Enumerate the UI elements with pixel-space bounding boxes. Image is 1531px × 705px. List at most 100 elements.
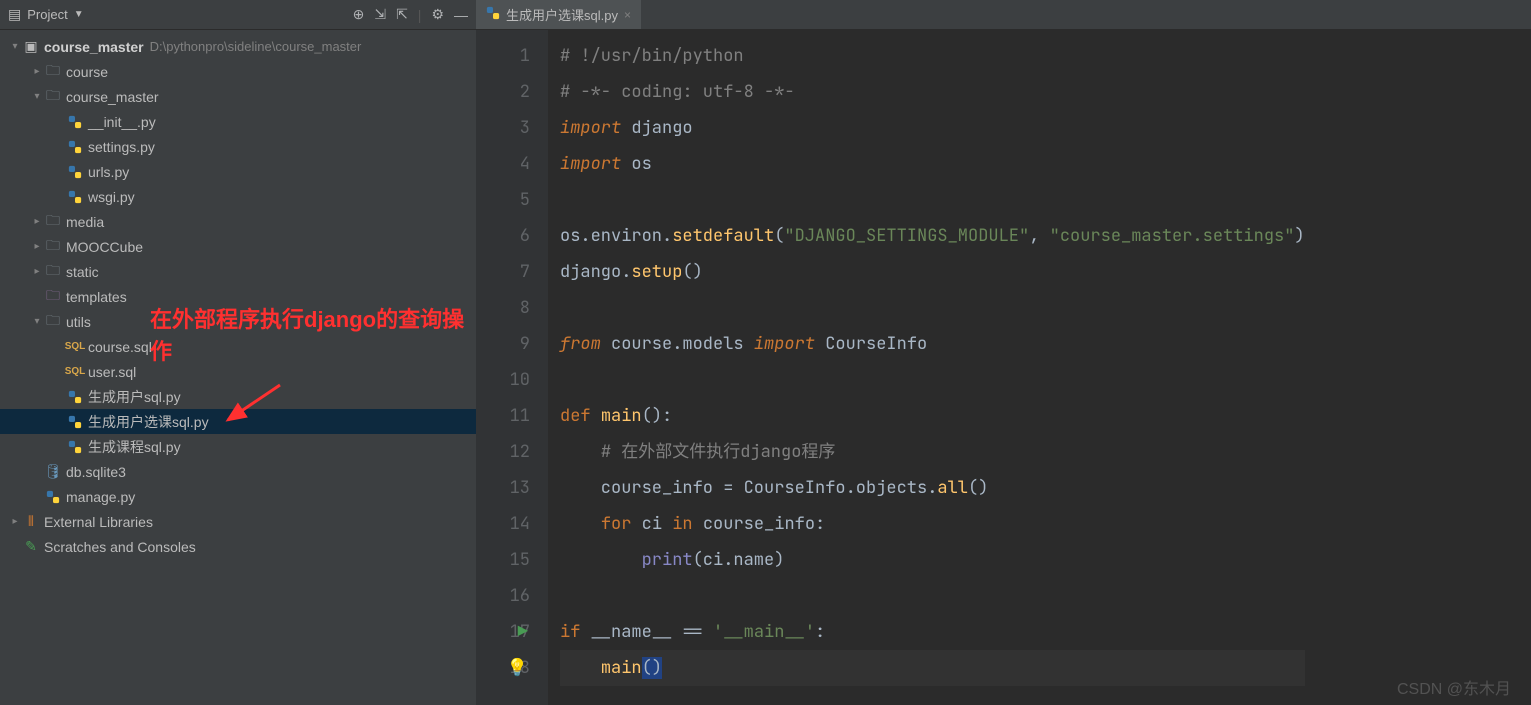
tree-label: db.sqlite3 (66, 464, 126, 480)
chevron-down-icon[interactable]: ▾ (30, 316, 44, 327)
tree-row[interactable]: 🛢db.sqlite3 (0, 459, 476, 484)
chevron-right-icon[interactable]: ▸ (30, 266, 44, 277)
module-icon: ▣ (22, 38, 40, 55)
chevron-down-icon[interactable]: ▾ (8, 41, 22, 52)
line-number[interactable]: 7 (488, 254, 530, 290)
chevron-right-icon[interactable]: ▸ (30, 216, 44, 227)
code-line[interactable]: # !/usr/bin/python (560, 38, 1305, 74)
tree-row[interactable]: ▾🗀utils (0, 309, 476, 334)
chevron-right-icon[interactable]: ▸ (30, 241, 44, 252)
tree-row[interactable]: ▸🗀course (0, 59, 476, 84)
line-number[interactable]: 2 (488, 74, 530, 110)
code-editor[interactable]: 1234567891011121314151617▶18💡 # !/usr/bi… (476, 30, 1531, 705)
tree-row[interactable]: SQLuser.sql (0, 359, 476, 384)
code-line[interactable] (560, 362, 1305, 398)
line-number[interactable]: 15 (488, 542, 530, 578)
code-line[interactable]: import os (560, 146, 1305, 182)
code-line[interactable]: for ci in course_info: (560, 506, 1305, 542)
chevron-down-icon[interactable]: ▾ (30, 91, 44, 102)
code-line[interactable] (560, 578, 1305, 614)
line-number[interactable]: 1 (488, 38, 530, 74)
line-number[interactable]: 6 (488, 218, 530, 254)
tree-row[interactable]: ▾🗀course_master (0, 84, 476, 109)
tree-label: media (66, 214, 104, 230)
file-icon (44, 490, 62, 504)
code-line[interactable] (560, 182, 1305, 218)
bulb-icon[interactable]: 💡 (507, 650, 528, 686)
tree-label: manage.py (66, 489, 135, 505)
scratches[interactable]: ✎ Scratches and Consoles (0, 534, 476, 559)
tree-row[interactable]: 生成用户sql.py (0, 384, 476, 409)
line-number[interactable]: 17▶ (488, 614, 530, 650)
project-sidebar: ▤ Project ▼ ⊕ ⇲ ⇱ | ⚙ — ▾ ▣ course_maste… (0, 0, 476, 705)
code-line[interactable]: def main(): (560, 398, 1305, 434)
file-icon: 🗀 (44, 285, 62, 309)
line-number[interactable]: 12 (488, 434, 530, 470)
target-icon[interactable]: ⊕ (353, 6, 365, 23)
tree-label: urls.py (88, 164, 129, 180)
line-number[interactable]: 18💡 (488, 650, 530, 686)
close-icon[interactable]: × (624, 8, 631, 22)
file-icon (66, 165, 84, 179)
tree-row[interactable]: __init__.py (0, 109, 476, 134)
line-number[interactable]: 3 (488, 110, 530, 146)
tree-row[interactable]: ▸🗀MOOCCube (0, 234, 476, 259)
file-icon (66, 390, 84, 404)
chevron-right-icon[interactable]: ▸ (8, 516, 22, 527)
tree-row[interactable]: 🗀templates (0, 284, 476, 309)
external-libraries[interactable]: ▸ ⫴ External Libraries (0, 509, 476, 534)
project-tree[interactable]: ▾ ▣ course_master D:\pythonpro\sideline\… (0, 30, 476, 705)
line-number[interactable]: 10 (488, 362, 530, 398)
line-number[interactable]: 14 (488, 506, 530, 542)
code-line[interactable]: os.environ.setdefault("DJANGO_SETTINGS_M… (560, 218, 1305, 254)
sidebar-header: ▤ Project ▼ ⊕ ⇲ ⇱ | ⚙ — (0, 0, 476, 30)
tree-row[interactable]: SQLcourse.sql (0, 334, 476, 359)
python-file-icon (486, 6, 500, 23)
line-number[interactable]: 16 (488, 578, 530, 614)
file-icon: 🗀 (44, 235, 62, 259)
code-line[interactable]: # -*- coding: utf-8 -*- (560, 74, 1305, 110)
tree-row[interactable]: wsgi.py (0, 184, 476, 209)
chevron-right-icon[interactable]: ▸ (30, 66, 44, 77)
file-icon (66, 440, 84, 454)
code-line[interactable]: django.setup() (560, 254, 1305, 290)
code-line[interactable]: from course.models import CourseInfo (560, 326, 1305, 362)
file-icon: 🗀 (44, 85, 62, 109)
code-line[interactable]: course_info = CourseInfo.objects.all() (560, 470, 1305, 506)
tree-row[interactable]: ▸🗀static (0, 259, 476, 284)
tree-row[interactable]: manage.py (0, 484, 476, 509)
code-line[interactable]: # 在外部文件执行django程序 (560, 434, 1305, 470)
line-number[interactable]: 4 (488, 146, 530, 182)
tree-row[interactable]: 生成课程sql.py (0, 434, 476, 459)
tree-label: course_master (44, 39, 144, 55)
line-number[interactable]: 8 (488, 290, 530, 326)
run-icon[interactable]: ▶ (518, 614, 528, 650)
code-line[interactable] (560, 290, 1305, 326)
code-line[interactable]: import django (560, 110, 1305, 146)
tree-row[interactable]: 生成用户选课sql.py (0, 409, 476, 434)
line-number[interactable]: 9 (488, 326, 530, 362)
tree-row[interactable]: urls.py (0, 159, 476, 184)
collapse-icon[interactable]: ⇱ (396, 6, 408, 23)
code-line[interactable]: print(ci.name) (560, 542, 1305, 578)
code-area[interactable]: # !/usr/bin/python# -*- coding: utf-8 -*… (548, 30, 1317, 705)
tree-path: D:\pythonpro\sideline\course_master (150, 39, 362, 54)
tree-label: static (66, 264, 99, 280)
gear-icon[interactable]: ⚙ (431, 6, 444, 23)
tree-row[interactable]: ▸🗀media (0, 209, 476, 234)
code-line[interactable]: if __name__ == '__main__': (560, 614, 1305, 650)
hide-icon[interactable]: — (454, 7, 468, 23)
project-dropdown[interactable]: ▤ Project ▼ (8, 6, 84, 23)
line-gutter[interactable]: 1234567891011121314151617▶18💡 (476, 30, 548, 705)
expand-icon[interactable]: ⇲ (374, 6, 386, 23)
line-number[interactable]: 5 (488, 182, 530, 218)
line-number[interactable]: 13 (488, 470, 530, 506)
project-icon: ▤ (8, 6, 21, 23)
line-number[interactable]: 11 (488, 398, 530, 434)
file-tab[interactable]: 生成用户选课sql.py × (476, 0, 641, 29)
tree-label: 生成用户sql.py (88, 387, 181, 407)
tree-root[interactable]: ▾ ▣ course_master D:\pythonpro\sideline\… (0, 34, 476, 59)
code-line[interactable]: main() (560, 650, 1305, 686)
library-icon: ⫴ (22, 513, 40, 530)
tree-row[interactable]: settings.py (0, 134, 476, 159)
